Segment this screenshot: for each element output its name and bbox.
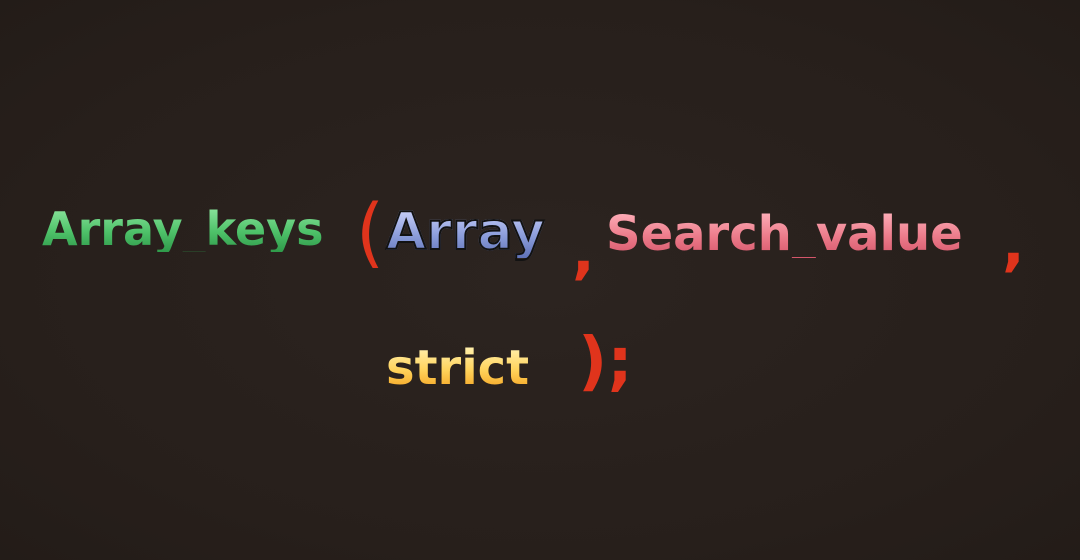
close-parenthesis-semicolon: ); <box>578 325 633 399</box>
comma-separator-2: , <box>1002 209 1025 279</box>
open-parenthesis: ( <box>356 187 385 277</box>
function-name: Array_keys <box>42 202 324 256</box>
argument-array: Array <box>385 202 546 262</box>
argument-search-value: Search_value <box>606 206 963 262</box>
code-graphic: Array_keys ( Array , Search_value , stri… <box>0 0 1080 560</box>
comma-separator-1: , <box>572 217 595 287</box>
argument-strict: strict <box>386 340 530 396</box>
